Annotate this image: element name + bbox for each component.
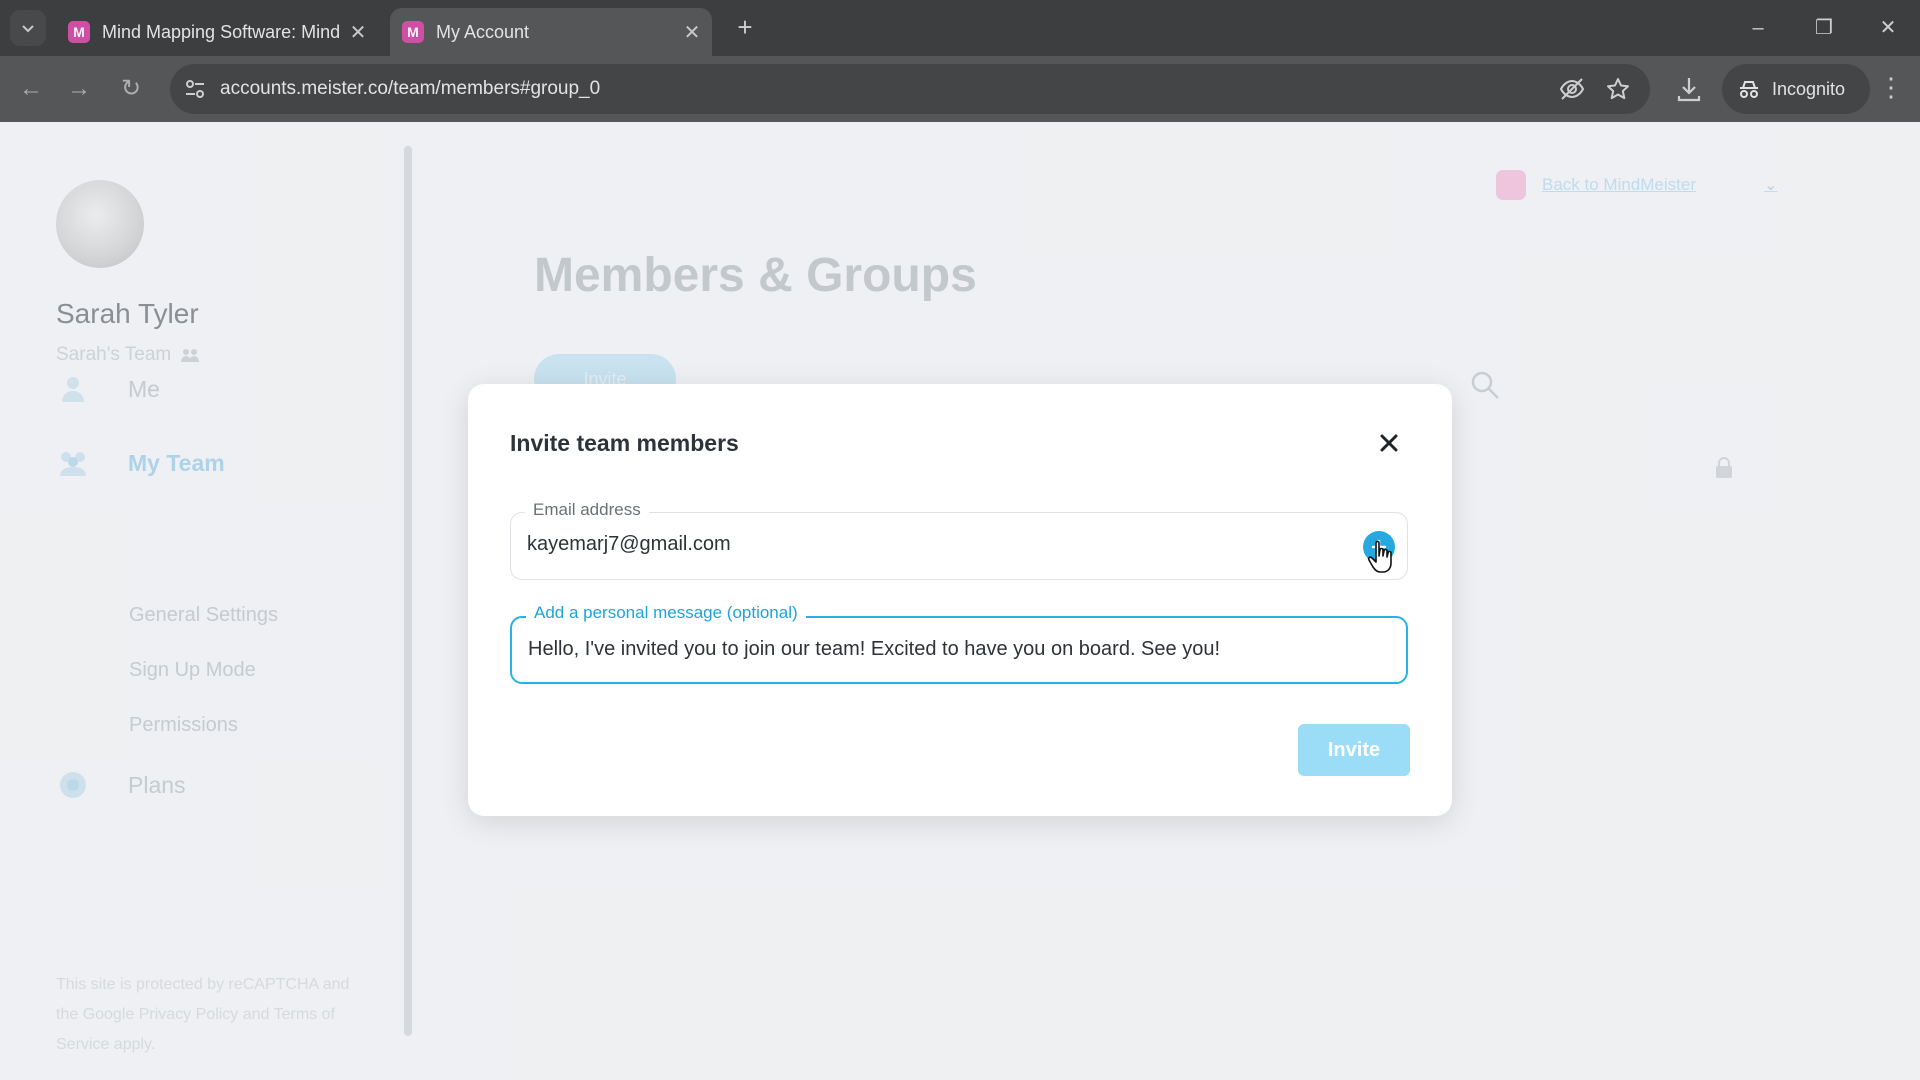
personal-message-field[interactable]: Add a personal message (optional) [510,603,1408,684]
invite-button[interactable]: Invite [1298,724,1410,776]
personal-message-input[interactable] [528,638,1386,661]
email-field-label: Email address [525,500,649,520]
personal-message-label: Add a personal message (optional) [526,603,806,623]
hand-pointer-cursor-icon [1367,540,1392,573]
invite-team-members-dialog: Invite team members Email address Add a … [468,384,1452,816]
email-input[interactable] [527,533,1337,556]
email-field[interactable]: Email address [510,500,1408,580]
dialog-title: Invite team members [510,430,739,456]
close-icon[interactable] [1374,428,1404,458]
